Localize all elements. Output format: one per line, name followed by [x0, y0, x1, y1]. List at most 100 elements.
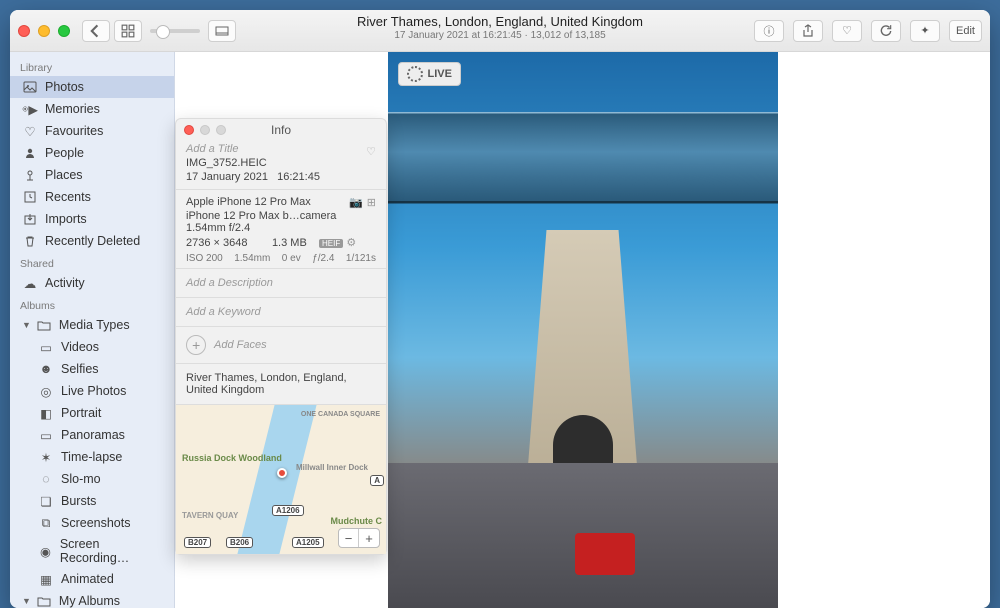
burst-icon: ❏ — [38, 493, 54, 509]
sidebar-item-recently-deleted[interactable]: Recently Deleted — [10, 230, 174, 252]
sidebar-item-time-lapse[interactable]: ✶Time-lapse — [10, 446, 174, 468]
panorama-icon: ▭ — [38, 427, 54, 443]
photo-content[interactable]: LIVE — [388, 52, 778, 608]
sidebar-item-label: Bursts — [61, 494, 96, 508]
filmstrip-toggle-button[interactable] — [208, 20, 236, 42]
road-badge: B207 — [184, 537, 211, 548]
sidebar-item-animated[interactable]: ▦Animated — [10, 568, 174, 590]
filename-label: IMG_3752.HEIC — [186, 157, 376, 169]
info-panel-title: Info — [271, 123, 291, 137]
window-title: River Thames, London, England, United Ki… — [357, 14, 643, 30]
thumbnail-view-button[interactable] — [114, 20, 142, 42]
location-label[interactable]: River Thames, London, England, United Ki… — [176, 363, 386, 404]
favourite-toggle[interactable]: ♡ — [366, 145, 376, 158]
gear-icon[interactable]: ⚙ — [346, 237, 356, 249]
plus-circle-icon[interactable]: + — [186, 335, 206, 355]
sidebar-item-label: Panoramas — [61, 428, 125, 442]
portrait-icon: ◧ — [38, 405, 54, 421]
sidebar-item-slo-mo[interactable]: ◌Slo-mo — [10, 468, 174, 490]
screenrec-icon: ◉ — [38, 543, 53, 559]
auto-enhance-button[interactable]: ✦ — [910, 20, 940, 42]
zoom-window-icon[interactable] — [58, 25, 70, 37]
title-center: River Thames, London, England, United Ki… — [357, 14, 643, 42]
info-button[interactable]: ⓘ — [754, 20, 784, 42]
map-zoom-control: − + — [338, 528, 380, 548]
close-panel-icon[interactable] — [184, 125, 194, 135]
map-label: Russia Dock Woodland — [182, 453, 282, 463]
window-controls — [18, 25, 70, 37]
road-badge: B206 — [226, 537, 253, 548]
description-field[interactable]: Add a Description — [176, 268, 386, 297]
disclosure-triangle-icon[interactable]: ▼ — [22, 320, 31, 330]
keyword-field[interactable]: Add a Keyword — [176, 297, 386, 326]
exif-shutter: 1/121s — [346, 253, 376, 264]
map-label: TAVERN QUAY — [182, 511, 238, 520]
time-label: 16:21:45 — [277, 171, 320, 183]
camera-icon: 📷 — [349, 196, 363, 209]
minimise-window-icon[interactable] — [38, 25, 50, 37]
live-label: LIVE — [428, 68, 452, 80]
back-button[interactable] — [82, 20, 110, 42]
sidebar-item-imports[interactable]: Imports — [10, 208, 174, 230]
road-badge: A — [370, 475, 384, 486]
photo-viewer: LIVE Info ♡ Add a Title IMG_3752.HEIC — [175, 52, 990, 608]
heart-icon: ♡ — [22, 123, 38, 139]
sidebar-item-people[interactable]: People — [10, 142, 174, 164]
sidebar: Library Photos ▶ Memories ♡ Favourites P… — [10, 52, 175, 608]
rotate-icon — [879, 24, 893, 38]
title-field[interactable]: Add a Title — [186, 143, 376, 155]
titlebar: River Thames, London, England, United Ki… — [10, 10, 990, 52]
sidebar-item-label: Places — [45, 168, 83, 182]
sidebar-item-portrait[interactable]: ◧ Portrait — [10, 402, 174, 424]
sidebar-item-label: Animated — [61, 572, 114, 586]
rotate-button[interactable] — [871, 20, 901, 42]
edit-button[interactable]: Edit — [949, 20, 982, 42]
sidebar-item-live-photos[interactable]: ◎Live Photos — [10, 380, 174, 402]
sidebar-item-label: Memories — [45, 102, 100, 116]
sidebar-item-favourites[interactable]: ♡ Favourites — [10, 120, 174, 142]
favourite-button[interactable]: ♡ — [832, 20, 862, 42]
map-label: Mudchute C — [331, 516, 383, 526]
sidebar-item-panoramas[interactable]: ▭ Panoramas — [10, 424, 174, 446]
exif-ev: 0 ev — [282, 253, 301, 264]
map-label: ONE CANADA SQUARE — [301, 411, 380, 418]
sidebar-item-screen-recordings[interactable]: ◉Screen Recording… — [10, 534, 174, 568]
lens-label: iPhone 12 Pro Max b…camera 1.54mm f/2.4 — [186, 210, 376, 234]
close-window-icon[interactable] — [18, 25, 30, 37]
sidebar-item-memories[interactable]: ▶ Memories — [10, 98, 174, 120]
sidebar-item-videos[interactable]: ▭Videos — [10, 336, 174, 358]
zoom-slider[interactable] — [150, 29, 200, 33]
device-label: Apple iPhone 12 Pro Max — [186, 196, 311, 208]
person-icon — [22, 145, 38, 161]
info-icon: ⓘ — [764, 23, 775, 39]
disclosure-triangle-icon[interactable]: ▼ — [22, 596, 31, 606]
sidebar-item-my-albums[interactable]: ▼ My Albums — [10, 590, 174, 608]
map-label: Millwall Inner Dock — [296, 463, 368, 472]
sidebar-item-label: My Albums — [59, 594, 120, 608]
live-badge[interactable]: LIVE — [398, 62, 461, 86]
heart-icon: ♡ — [842, 24, 852, 37]
sidebar-item-screenshots[interactable]: ⧉Screenshots — [10, 512, 174, 534]
map-zoom-in-button[interactable]: + — [359, 529, 379, 547]
sidebar-item-selfies[interactable]: ☻Selfies — [10, 358, 174, 380]
map-zoom-out-button[interactable]: − — [339, 529, 359, 547]
add-faces-field[interactable]: + Add Faces — [176, 326, 386, 363]
clock-icon — [22, 189, 38, 205]
location-map[interactable]: Russia Dock Woodland ONE CANADA SQUARE M… — [176, 404, 386, 554]
sidebar-item-recents[interactable]: Recents — [10, 186, 174, 208]
format-badge: HEIF — [319, 239, 343, 248]
sidebar-item-bursts[interactable]: ❏ Bursts — [10, 490, 174, 512]
sidebar-item-media-types[interactable]: ▼ Media Types — [10, 314, 174, 336]
timelapse-icon: ✶ — [38, 449, 54, 465]
sidebar-item-photos[interactable]: Photos — [10, 76, 174, 98]
app-window: River Thames, London, England, United Ki… — [10, 10, 990, 608]
sidebar-item-places[interactable]: Places — [10, 164, 174, 186]
info-panel-header: Info — [176, 119, 386, 137]
share-button[interactable] — [793, 20, 823, 42]
filmstrip-icon — [215, 24, 229, 38]
sidebar-item-label: Selfies — [61, 362, 99, 376]
road-badge: A1206 — [272, 505, 304, 516]
sidebar-item-label: Portrait — [61, 406, 101, 420]
sidebar-item-activity[interactable]: ☁ Activity — [10, 272, 174, 294]
grid-icon — [121, 24, 135, 38]
